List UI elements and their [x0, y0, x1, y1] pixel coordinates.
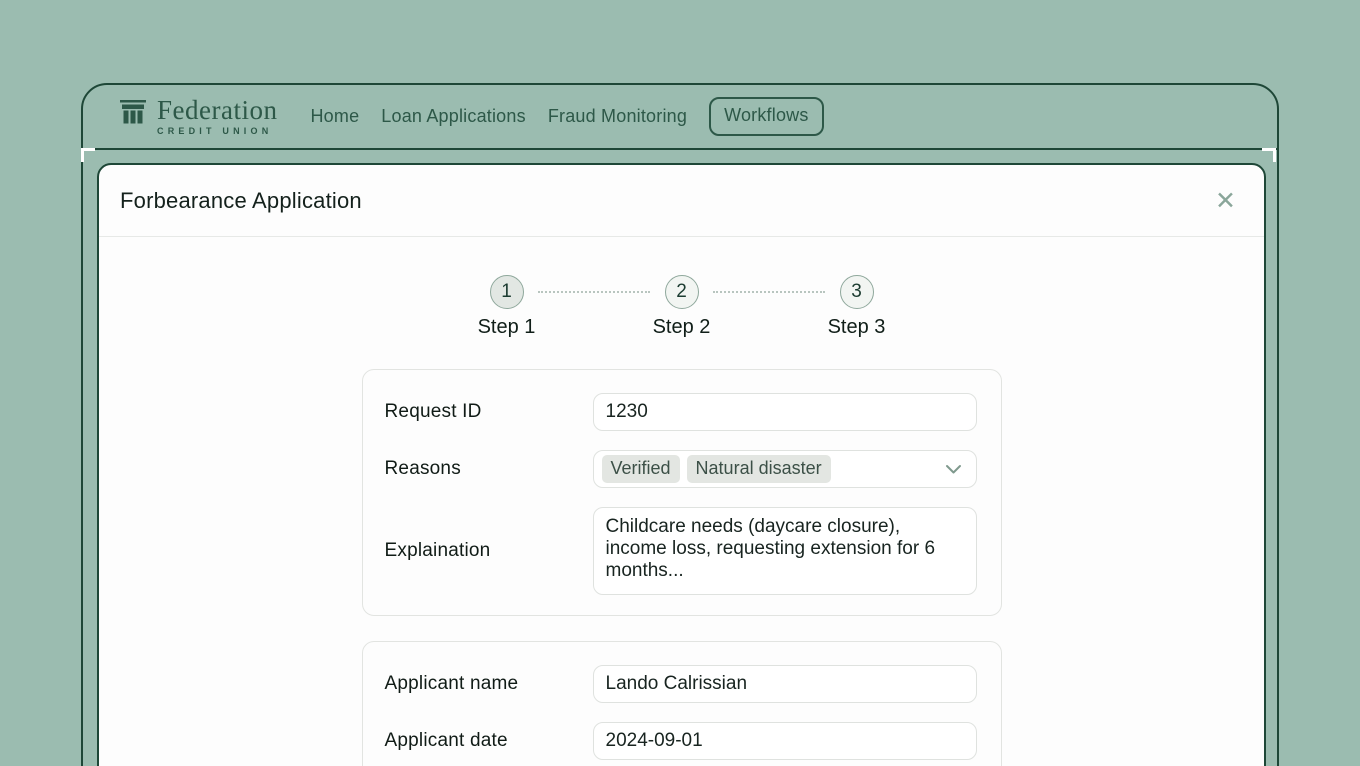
request-details-card: Request ID Reasons Verified Natural disa… [362, 369, 1002, 616]
applicant-name-input[interactable] [593, 665, 977, 703]
brand-logo: Federation CREDIT UNION [119, 97, 277, 136]
nav-item-fraud-monitoring[interactable]: Fraud Monitoring [548, 106, 687, 127]
corner-bracket-right [1262, 148, 1276, 162]
applicant-date-input[interactable] [593, 722, 977, 760]
request-id-row: Request ID [385, 393, 977, 431]
reasons-select[interactable]: Verified Natural disaster [593, 450, 977, 488]
reasons-row: Reasons Verified Natural disaster [385, 450, 977, 488]
request-id-input[interactable] [593, 393, 977, 431]
nav-item-workflows[interactable]: Workflows [709, 97, 823, 136]
reasons-label: Reasons [385, 458, 593, 480]
stepper-connector-1 [538, 291, 650, 293]
stepper-row: 1 Step 1 2 Step 2 3 Step 3 [419, 275, 944, 339]
step-3-label: Step 3 [828, 316, 886, 339]
nav-links: Home Loan Applications Fraud Monitoring … [310, 97, 823, 136]
navbar: Federation CREDIT UNION Home Loan Applic… [83, 85, 1277, 150]
explaination-label: Explaination [385, 540, 593, 562]
applicant-date-row: Applicant date [385, 722, 977, 760]
nav-item-home[interactable]: Home [310, 106, 359, 127]
stepper-connector-2 [713, 291, 825, 293]
request-id-label: Request ID [385, 401, 593, 423]
step-1-label: Step 1 [478, 316, 536, 339]
step-1[interactable]: 1 Step 1 [419, 275, 594, 339]
brand-text: Federation CREDIT UNION [157, 97, 277, 136]
explaination-row: Explaination Childcare needs (daycare cl… [385, 507, 977, 595]
step-3[interactable]: 3 Step 3 [769, 275, 944, 339]
reason-tag-natural-disaster: Natural disaster [687, 455, 831, 483]
stepper: 1 Step 1 2 Step 2 3 Step 3 [419, 275, 944, 339]
applicant-name-label: Applicant name [385, 673, 593, 695]
applicant-card: Applicant name Applicant date [362, 641, 1002, 766]
modal-header: Forbearance Application ✕ [99, 165, 1264, 237]
bank-icon [119, 97, 147, 127]
reason-tag-verified: Verified [602, 455, 680, 483]
step-1-circle[interactable]: 1 [490, 275, 524, 309]
nav-item-loan-applications[interactable]: Loan Applications [381, 106, 526, 127]
close-icon[interactable]: ✕ [1215, 188, 1236, 213]
corner-bracket-left [81, 148, 95, 162]
explaination-textarea[interactable]: Childcare needs (daycare closure), incom… [593, 507, 977, 595]
forbearance-modal: Forbearance Application ✕ 1 Step 1 2 Ste… [97, 163, 1266, 766]
step-2-circle[interactable]: 2 [665, 275, 699, 309]
brand-tagline: CREDIT UNION [157, 126, 277, 136]
page-title: Forbearance Application [120, 188, 362, 214]
applicant-date-label: Applicant date [385, 730, 593, 752]
modal-body: 1 Step 1 2 Step 2 3 Step 3 Request ID [99, 275, 1264, 766]
brand-name: Federation [157, 97, 277, 123]
step-2-label: Step 2 [653, 316, 711, 339]
chevron-down-icon [945, 464, 962, 475]
applicant-name-row: Applicant name [385, 665, 977, 703]
step-2[interactable]: 2 Step 2 [594, 275, 769, 339]
step-3-circle[interactable]: 3 [840, 275, 874, 309]
